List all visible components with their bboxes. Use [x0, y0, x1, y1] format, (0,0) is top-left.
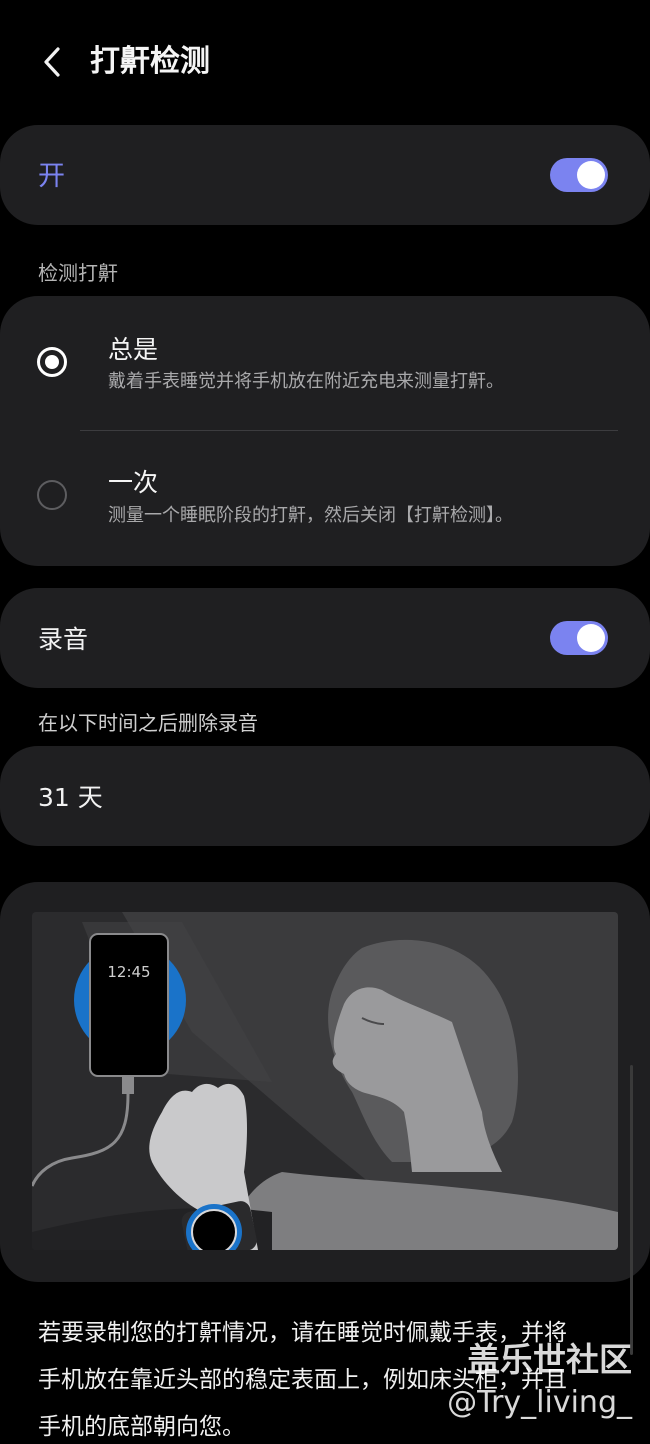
recording-toggle-card[interactable]: 录音: [0, 588, 650, 688]
watermark: 盖乐世社区 @Try_living_: [447, 1338, 632, 1424]
snore-detection-screen: 打鼾检测 开 检测打鼾 总是 戴着手表睡觉并将手机放在附近充电来测量打鼾。 一次…: [0, 0, 650, 1444]
option-once[interactable]: 一次 测量一个睡眠阶段的打鼾，然后关闭【打鼾检测】。: [0, 431, 650, 566]
illustration-svg: 12:45: [32, 912, 618, 1250]
delete-section-label: 在以下时间之后删除录音: [38, 711, 258, 735]
recording-switch[interactable]: [550, 621, 608, 655]
detect-section-label: 检测打鼾: [38, 261, 118, 285]
radio-unselected-icon[interactable]: [37, 480, 67, 510]
illustration-card: 12:45: [0, 882, 650, 1282]
option-title: 总是: [108, 335, 159, 364]
option-description: 测量一个睡眠阶段的打鼾，然后关闭【打鼾检测】。: [108, 505, 513, 526]
header: 打鼾检测: [0, 0, 650, 125]
watermark-brand: 盖乐世社区: [467, 1340, 632, 1379]
detect-options-card: 总是 戴着手表睡觉并将手机放在附近充电来测量打鼾。 一次 测量一个睡眠阶段的打鼾…: [0, 296, 650, 566]
option-always[interactable]: 总是 戴着手表睡觉并将手机放在附近充电来测量打鼾。: [0, 296, 650, 429]
watermark-handle: @Try_living_: [447, 1385, 632, 1420]
back-button[interactable]: [30, 40, 74, 84]
delete-after-value: 31 天: [38, 783, 103, 812]
switch-knob: [577, 161, 605, 189]
option-description: 戴着手表睡觉并将手机放在附近充电来测量打鼾。: [108, 371, 504, 392]
master-toggle-card[interactable]: 开: [0, 125, 650, 225]
option-title: 一次: [108, 468, 159, 497]
scrollbar[interactable]: [630, 1065, 633, 1355]
page-title: 打鼾检测: [90, 44, 210, 79]
switch-knob: [577, 624, 605, 652]
radio-selected-icon[interactable]: [37, 347, 67, 377]
sleep-illustration: 12:45: [32, 912, 618, 1250]
phone-time: 12:45: [107, 963, 150, 981]
chevron-left-icon: [44, 47, 60, 77]
master-switch[interactable]: [550, 158, 608, 192]
master-toggle-label: 开: [38, 161, 65, 192]
recording-label: 录音: [38, 625, 89, 654]
delete-after-card[interactable]: 31 天: [0, 746, 650, 846]
